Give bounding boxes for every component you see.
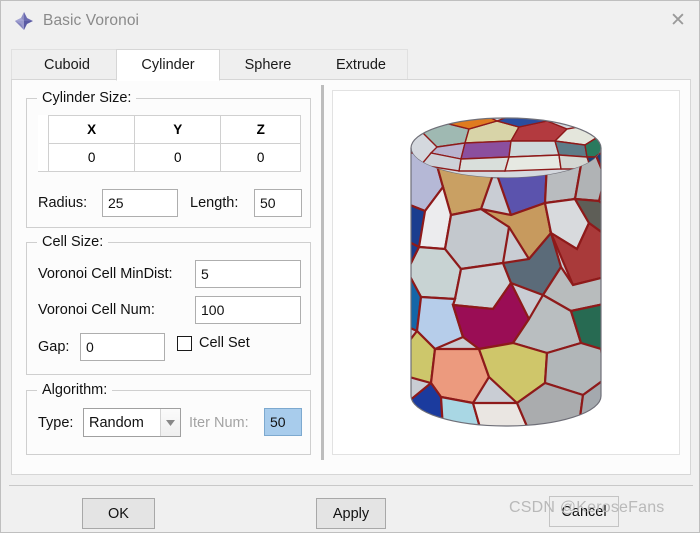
gap-input[interactable]: [80, 333, 165, 361]
footer-separator: [9, 485, 693, 486]
voronoi-cell-mindist-input[interactable]: [195, 260, 301, 288]
cell-z-value[interactable]: 0: [220, 143, 301, 172]
algorithm-group: Algorithm: Type: Random Iter Num:: [26, 382, 311, 455]
cell-size-group: Cell Size: Voronoi Cell MinDist: Voronoi…: [26, 234, 311, 375]
table-gutter-cell: [38, 115, 49, 144]
cylinder-size-group: Cylinder Size: X Y Z 0 0 0 Radius: Lengt…: [26, 90, 311, 228]
basic-voronoi-dialog: Basic Voronoi ✕ Cuboid Cylinder Sphere E…: [0, 0, 700, 533]
table-header-row: X Y Z: [38, 115, 301, 144]
cylinder-size-table: X Y Z 0 0 0: [38, 115, 301, 172]
voronoi-cell-num-input[interactable]: [195, 296, 301, 324]
octahedron-icon: [13, 10, 35, 32]
algorithm-legend: Algorithm:: [37, 382, 113, 398]
tab-extrude[interactable]: Extrude: [315, 49, 407, 80]
tab-content-cylinder: Cylinder Size: X Y Z 0 0 0 Radius: Lengt…: [11, 80, 691, 475]
cell-x-value[interactable]: 0: [47, 143, 136, 172]
apply-button[interactable]: Apply: [316, 498, 386, 529]
type-label: Type:: [38, 415, 74, 431]
gap-label: Gap:: [38, 339, 70, 355]
iter-num-label: Iter Num:: [189, 415, 249, 431]
checkbox-box-icon: [177, 335, 192, 351]
tab-sphere[interactable]: Sphere: [222, 49, 314, 80]
tab-bar: Cuboid Cylinder Sphere Extrude: [11, 49, 691, 81]
cancel-button[interactable]: Cancel: [549, 496, 619, 527]
table-row: 0 0 0: [38, 143, 301, 172]
length-label: Length:: [190, 195, 239, 211]
iter-num-input[interactable]: [264, 408, 302, 436]
column-header-y: Y: [134, 115, 222, 144]
cell-y-value[interactable]: 0: [134, 143, 222, 172]
radius-label: Radius:: [38, 195, 88, 211]
voronoi-3d-preview[interactable]: [332, 90, 680, 455]
ok-button[interactable]: OK: [82, 498, 155, 529]
voronoi-cell-num-label: Voronoi Cell Num:: [38, 302, 155, 318]
voronoi-cell-mindist-label: Voronoi Cell MinDist:: [38, 266, 173, 282]
table-gutter-cell: [38, 143, 49, 172]
cylinder-size-legend: Cylinder Size:: [37, 90, 137, 106]
length-input[interactable]: [254, 189, 302, 217]
title-bar: Basic Voronoi ✕: [1, 1, 699, 41]
column-header-x: X: [47, 115, 136, 144]
cell-set-checkbox[interactable]: Cell Set: [177, 335, 250, 351]
cell-size-legend: Cell Size:: [37, 234, 109, 250]
tab-cylinder[interactable]: Cylinder: [116, 49, 220, 81]
column-header-z: Z: [220, 115, 301, 144]
tab-cuboid[interactable]: Cuboid: [19, 49, 115, 80]
algorithm-type-select[interactable]: Random: [83, 408, 181, 437]
algorithm-type-value: Random: [89, 414, 144, 431]
close-icon[interactable]: ✕: [655, 1, 699, 39]
cell-set-label: Cell Set: [199, 335, 250, 351]
radius-input[interactable]: [102, 189, 178, 217]
panel-splitter[interactable]: [321, 85, 324, 460]
chevron-down-icon: [160, 409, 180, 436]
window-title: Basic Voronoi: [43, 12, 140, 29]
